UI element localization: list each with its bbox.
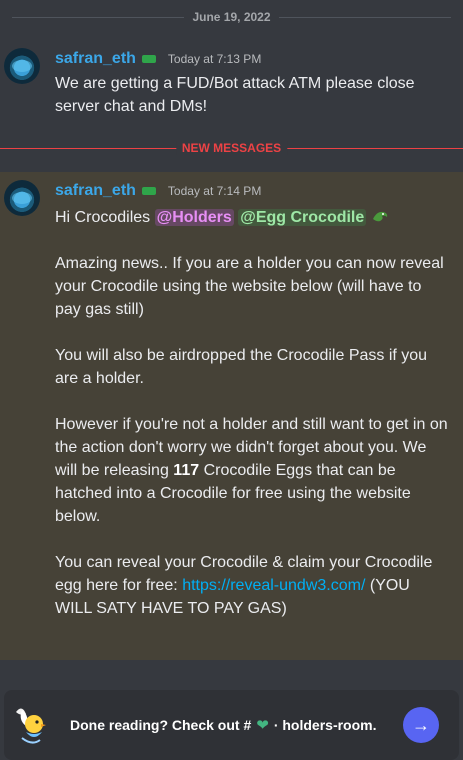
bird-mascot-icon xyxy=(16,708,46,744)
green-heart-icon: ❤ xyxy=(256,717,269,734)
egg-count: 117 xyxy=(173,462,200,479)
message-header: safran_eth Today at 7:14 PM xyxy=(55,182,261,200)
paragraph-4: You can reveal your Crocodile & claim yo… xyxy=(55,551,451,620)
done-reading-bar[interactable]: Done reading? Check out # ❤ · holders-ro… xyxy=(4,690,459,760)
paragraph-1: Amazing news.. If you are a holder you c… xyxy=(55,255,444,318)
new-messages-label: NEW MESSAGES xyxy=(175,141,288,155)
date-divider: June 19, 2022 xyxy=(0,0,463,34)
message-1[interactable]: safran_eth Today at 7:13 PM We are getti… xyxy=(0,38,463,130)
mention-egg-crocodile[interactable]: @Egg Crocodile xyxy=(238,209,367,226)
reveal-link[interactable]: https://reveal-undw3.com/ xyxy=(182,577,365,594)
avatar[interactable] xyxy=(4,48,40,84)
prompt-prefix: Done reading? Check out # xyxy=(70,717,252,733)
avatar[interactable] xyxy=(4,180,40,216)
role-icon xyxy=(141,187,156,195)
role-icon xyxy=(141,55,156,63)
greeting-text: Hi Crocodiles xyxy=(55,209,151,226)
new-messages-divider: NEW MESSAGES xyxy=(0,138,463,158)
paragraph-2: You will also be airdropped the Crocodil… xyxy=(55,347,428,387)
timestamp: Today at 7:13 PM xyxy=(167,52,262,66)
message-body: Hi Crocodiles @Holders @Egg Crocodile Am… xyxy=(55,206,451,643)
done-reading-prompt: Done reading? Check out # ❤ · holders-ro… xyxy=(70,690,377,760)
username[interactable]: safran_eth xyxy=(55,182,136,200)
mention-holders[interactable]: @Holders xyxy=(154,209,234,226)
go-to-channel-button[interactable]: → xyxy=(403,707,439,743)
message-header: safran_eth Today at 7:13 PM xyxy=(55,50,261,68)
crocodile-emoji-icon xyxy=(372,211,387,222)
timestamp: Today at 7:14 PM xyxy=(167,184,262,198)
message-text: We are getting a FUD/Bot attack ATM plea… xyxy=(55,75,415,115)
date-label: June 19, 2022 xyxy=(184,10,279,24)
username[interactable]: safran_eth xyxy=(55,50,136,68)
message-2[interactable]: safran_eth Today at 7:14 PM Hi Crocodile… xyxy=(0,172,463,660)
arrow-right-icon: → xyxy=(412,714,430,735)
channel-name[interactable]: · holders-room. xyxy=(274,717,377,733)
greeting-line: Hi Crocodiles @Holders @Egg Crocodile xyxy=(55,206,451,229)
paragraph-3: However if you're not a holder and still… xyxy=(55,413,451,528)
